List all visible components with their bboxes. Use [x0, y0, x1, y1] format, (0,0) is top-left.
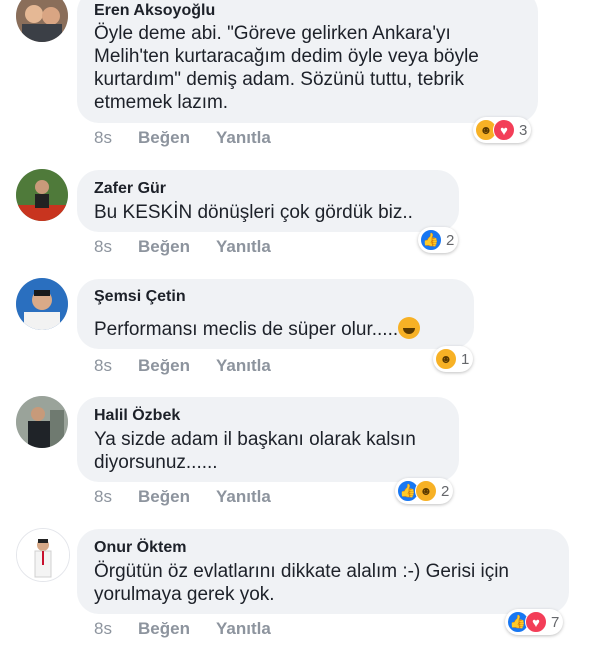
comment-text: Performansı meclis de süper olur..... [94, 317, 421, 341]
comment-actions: 8s Beğen Yanıtla [94, 356, 271, 376]
comment-actions: 8s Beğen Yanıtla [94, 619, 271, 639]
haha-reaction-icon: ☻ [415, 480, 437, 502]
reaction-summary[interactable]: 👍 ♥ 7 [505, 609, 564, 635]
avatar[interactable] [16, 169, 68, 221]
comment-time[interactable]: 8s [94, 619, 138, 639]
comment-author[interactable]: Halil Özbek [94, 407, 180, 425]
like-button[interactable]: Beğen [138, 356, 216, 376]
comment-time[interactable]: 8s [94, 487, 138, 507]
reaction-count: 3 [519, 121, 528, 139]
comment-author[interactable]: Zafer Gür [94, 180, 166, 198]
comment-actions: 8s Beğen Yanıtla [94, 487, 271, 507]
comment-time[interactable]: 8s [94, 356, 138, 376]
reply-button[interactable]: Yanıtla [216, 487, 271, 507]
comment-text: Bu KESKİN dönüşleri çok gördük biz.. [94, 202, 413, 223]
reply-button[interactable]: Yanıtla [216, 356, 271, 376]
reaction-count: 2 [441, 482, 450, 500]
comment-time[interactable]: 8s [94, 128, 138, 148]
avatar[interactable] [16, 396, 68, 448]
like-button[interactable]: Beğen [138, 619, 216, 639]
comment-author[interactable]: Eren Aksoyoğlu [94, 2, 215, 20]
reaction-summary[interactable]: ☻ 1 [433, 346, 474, 372]
comment-bubble: Halil Özbek Ya sizde adam il başkanı ola… [77, 397, 459, 482]
love-reaction-icon: ♥ [525, 611, 547, 633]
comment-text-content: Performansı meclis de süper olur..... [94, 319, 399, 340]
comment-bubble: Eren Aksoyoğlu Öyle deme abi. "Göreve ge… [77, 0, 538, 123]
reply-button[interactable]: Yanıtla [216, 237, 271, 257]
comment-author[interactable]: Şemsi Çetin [94, 288, 186, 306]
comment-time[interactable]: 8s [94, 237, 138, 257]
comment-text: Öyle deme abi. "Göreve gelirken Ankara'y… [94, 23, 479, 113]
like-button[interactable]: Beğen [138, 237, 216, 257]
comment-author[interactable]: Onur Öktem [94, 539, 186, 557]
reaction-count: 2 [446, 231, 455, 249]
avatar[interactable] [16, 278, 68, 330]
avatar[interactable] [16, 0, 68, 42]
comment-text: Ya sizde adam il başkanı olarak kalsın d… [94, 429, 416, 473]
comment-bubble: Şemsi Çetin Performansı meclis de süper … [77, 279, 474, 349]
like-button[interactable]: Beğen [138, 487, 216, 507]
comment-bubble: Onur Öktem Örgütün öz evlatlarını dikkat… [77, 529, 569, 614]
reply-button[interactable]: Yanıtla [216, 619, 271, 639]
reaction-summary[interactable]: 👍 2 [418, 227, 459, 253]
comment-text: Örgütün öz evlatlarını dikkate alalım :-… [94, 561, 509, 605]
reply-button[interactable]: Yanıtla [216, 128, 271, 148]
love-reaction-icon: ♥ [493, 119, 515, 141]
avatar[interactable] [16, 528, 70, 582]
reaction-count: 1 [461, 350, 470, 368]
reaction-count: 7 [551, 613, 560, 631]
comment-actions: 8s Beğen Yanıtla [94, 128, 271, 148]
like-button[interactable]: Beğen [138, 128, 216, 148]
laughing-emoji-icon [398, 317, 421, 339]
haha-reaction-icon: ☻ [435, 348, 457, 370]
reaction-summary[interactable]: 👍 ☻ 2 [395, 478, 454, 504]
reaction-summary[interactable]: ☻ ♥ 3 [473, 117, 532, 143]
like-reaction-icon: 👍 [420, 229, 442, 251]
comment-actions: 8s Beğen Yanıtla [94, 237, 271, 257]
comment-bubble: Zafer Gür Bu KESKİN dönüşleri çok gördük… [77, 170, 459, 232]
